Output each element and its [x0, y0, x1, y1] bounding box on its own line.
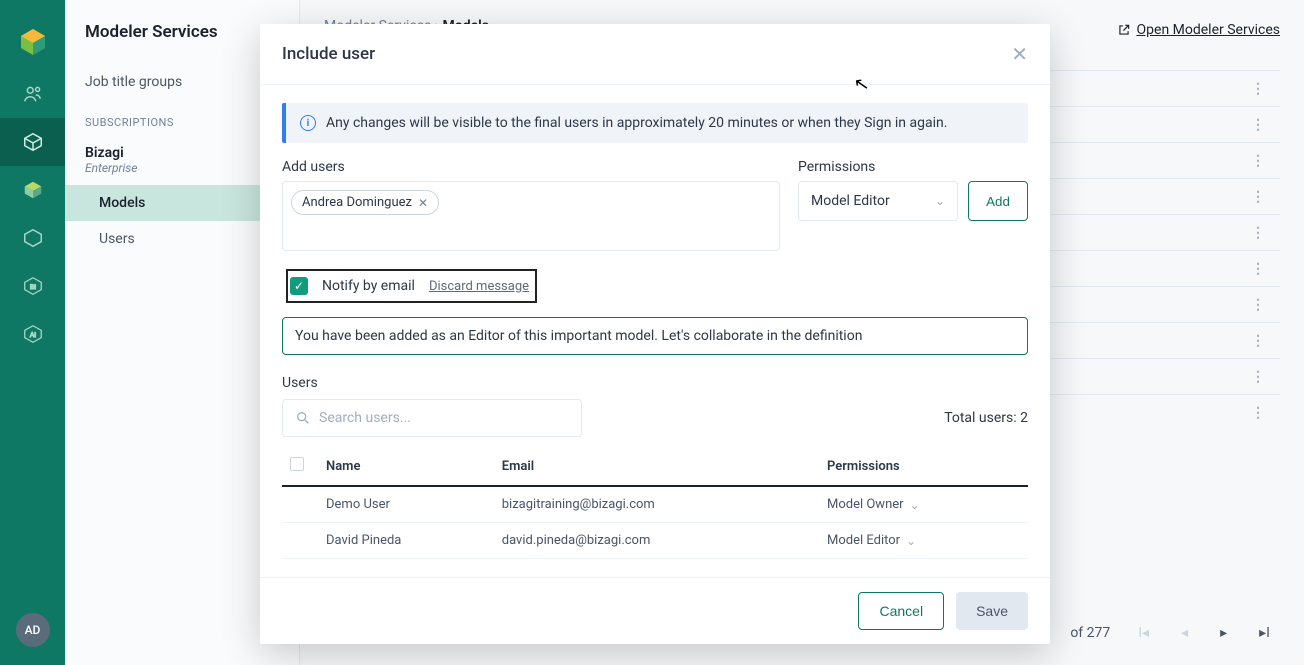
cell-email: david.pineda@bizagi.com — [494, 523, 819, 559]
include-user-modal: Include user ✕ i Any changes will be vis… — [260, 24, 1050, 644]
info-banner: i Any changes will be visible to the fin… — [282, 103, 1028, 143]
logo-icon[interactable] — [0, 14, 65, 70]
select-all-checkbox[interactable] — [290, 457, 304, 471]
row-menu-icon[interactable]: ⋮ — [1251, 261, 1266, 277]
row-menu-icon[interactable]: ⋮ — [1251, 333, 1266, 349]
add-button[interactable]: Add — [968, 181, 1028, 221]
row-menu-icon[interactable]: ⋮ — [1251, 225, 1266, 241]
permission-dropdown[interactable]: Model Owner⌄ — [827, 497, 920, 512]
chevron-down-icon: ⌄ — [935, 194, 945, 208]
people-icon[interactable] — [0, 70, 65, 118]
col-email: Email — [494, 447, 819, 486]
row-menu-icon[interactable]: ⋮ — [1251, 297, 1266, 313]
cube-color-icon[interactable] — [0, 166, 65, 214]
chip-remove-icon[interactable]: ✕ — [418, 196, 428, 210]
search-placeholder: Search users... — [319, 410, 411, 426]
hex-outline-icon[interactable] — [0, 214, 65, 262]
cube-outline-icon[interactable] — [0, 118, 65, 166]
permissions-label: Permissions — [798, 159, 1028, 175]
chevron-down-icon: ⌄ — [906, 534, 916, 548]
info-icon: i — [300, 115, 316, 131]
chevron-down-icon: ⌄ — [910, 498, 920, 512]
row-menu-icon[interactable]: ⋮ — [1251, 117, 1266, 133]
row-menu-icon[interactable]: ⋮ — [1251, 81, 1266, 97]
page-last-icon[interactable]: ▸I — [1255, 621, 1274, 645]
open-modeler-link[interactable]: Open Modeler Services — [1117, 22, 1280, 38]
external-link-icon — [1117, 23, 1131, 37]
user-chip-label: Andrea Dominguez — [302, 195, 412, 210]
cell-name: Demo User — [318, 486, 494, 523]
svg-text:AI: AI — [29, 332, 35, 339]
ai-icon[interactable]: AI — [0, 310, 65, 358]
pagination: of 277 I◂ ◂ ▸ ▸I — [1070, 621, 1274, 645]
cell-email: bizagitraining@bizagi.com — [494, 486, 819, 523]
permission-dropdown[interactable]: Model Editor⌄ — [827, 533, 916, 548]
user-avatar[interactable]: AD — [16, 613, 50, 647]
page-prev-icon[interactable]: ◂ — [1177, 621, 1192, 645]
notify-message-input[interactable] — [282, 317, 1028, 355]
discard-message-link[interactable]: Discard message — [429, 279, 529, 294]
search-icon — [295, 410, 311, 426]
table-row: David Pineda david.pineda@bizagi.com Mod… — [282, 523, 1028, 559]
bi-icon[interactable]: BI — [0, 262, 65, 310]
row-menu-icon[interactable]: ⋮ — [1251, 405, 1266, 421]
save-button[interactable]: Save — [956, 592, 1028, 630]
row-menu-icon[interactable]: ⋮ — [1251, 153, 1266, 169]
col-permissions: Permissions — [819, 447, 1028, 486]
user-chip: Andrea Dominguez ✕ — [291, 190, 439, 215]
search-users-input[interactable]: Search users... — [282, 399, 582, 437]
permissions-value: Model Editor — [811, 193, 890, 209]
table-row: Demo User bizagitraining@bizagi.com Mode… — [282, 486, 1028, 523]
row-menu-icon[interactable]: ⋮ — [1251, 189, 1266, 205]
users-section-label: Users — [282, 375, 318, 391]
row-menu-icon[interactable]: ⋮ — [1251, 369, 1266, 385]
modal-title: Include user — [282, 44, 375, 64]
notify-label: Notify by email — [322, 278, 415, 294]
open-modeler-label: Open Modeler Services — [1137, 22, 1280, 38]
total-users-label: Total users: 2 — [944, 410, 1028, 426]
cell-name: David Pineda — [318, 523, 494, 559]
svg-text:BI: BI — [29, 284, 35, 291]
page-next-icon[interactable]: ▸ — [1216, 621, 1231, 645]
page-first-icon[interactable]: I◂ — [1134, 621, 1153, 645]
close-icon[interactable]: ✕ — [1011, 42, 1028, 66]
add-users-label: Add users — [282, 159, 780, 175]
icon-rail: BI AI AD — [0, 0, 65, 665]
add-users-input[interactable]: Andrea Dominguez ✕ — [282, 181, 780, 251]
notify-checkbox[interactable]: ✓ — [290, 277, 308, 295]
cancel-button[interactable]: Cancel — [858, 592, 944, 630]
permissions-select[interactable]: Model Editor ⌄ — [798, 181, 958, 221]
users-table: Name Email Permissions Demo User bizagit… — [282, 447, 1028, 559]
page-of-label: of 277 — [1070, 625, 1110, 641]
col-name: Name — [318, 447, 494, 486]
notify-highlight: ✓ Notify by email Discard message — [286, 269, 537, 303]
info-text: Any changes will be visible to the final… — [326, 115, 947, 131]
